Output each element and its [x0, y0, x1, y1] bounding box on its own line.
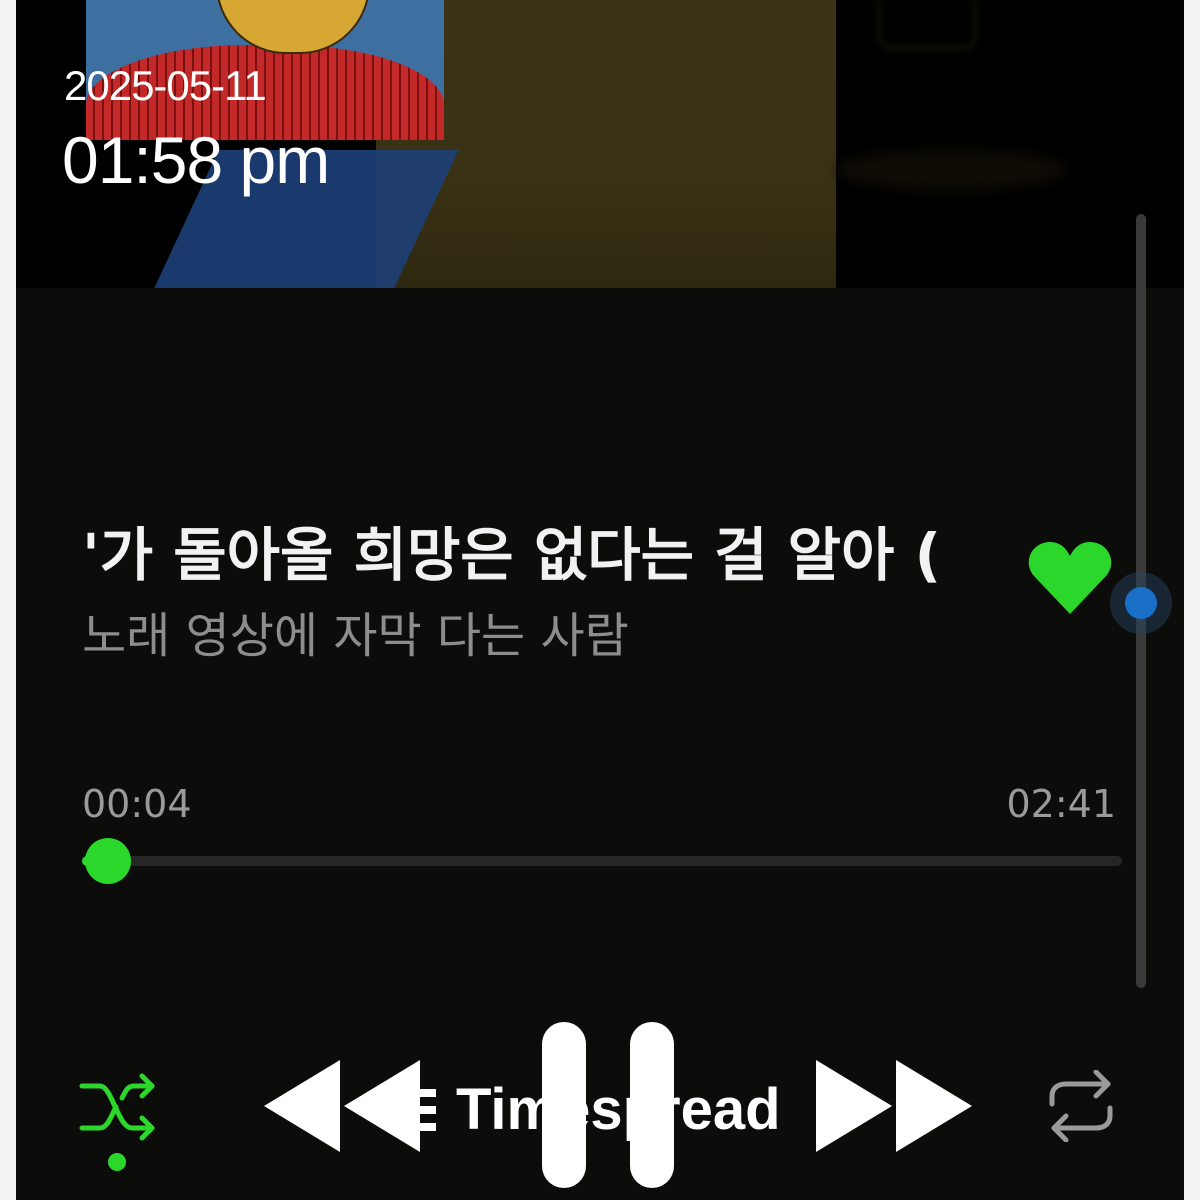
timestamp-date: 2025-05-11 [64, 62, 267, 109]
player-screen: 2025-05-11 01:58 pm '가 돌아올 희망은 없다는 걸 알아 … [16, 0, 1184, 1200]
pause-icon[interactable] [540, 1020, 676, 1190]
repeat-icon[interactable] [1046, 1070, 1116, 1142]
art-detail [876, 0, 978, 51]
art-detail [836, 150, 1066, 190]
scroll-handle[interactable] [1125, 587, 1157, 619]
track-artist[interactable]: 노래 영상에 자막 다는 사람 [82, 596, 629, 666]
like-heart-icon[interactable] [1028, 540, 1112, 616]
watermark-logo-icon [400, 1088, 436, 1131]
album-art-panel [376, 0, 1066, 288]
total-time: 02:41 [1006, 782, 1116, 826]
shuffle-active-indicator [108, 1153, 126, 1171]
seek-bar[interactable] [82, 838, 1122, 884]
elapsed-time: 00:04 [82, 782, 192, 826]
seek-bar-handle[interactable] [85, 838, 131, 884]
shuffle-icon[interactable] [78, 1072, 158, 1142]
track-title: '가 돌아올 희망은 없다는 걸 알아 ( [82, 521, 942, 589]
timestamp-time: 01:58 pm [62, 123, 330, 197]
album-art: 2025-05-11 01:58 pm [16, 0, 1184, 288]
next-icon[interactable] [796, 1058, 976, 1154]
